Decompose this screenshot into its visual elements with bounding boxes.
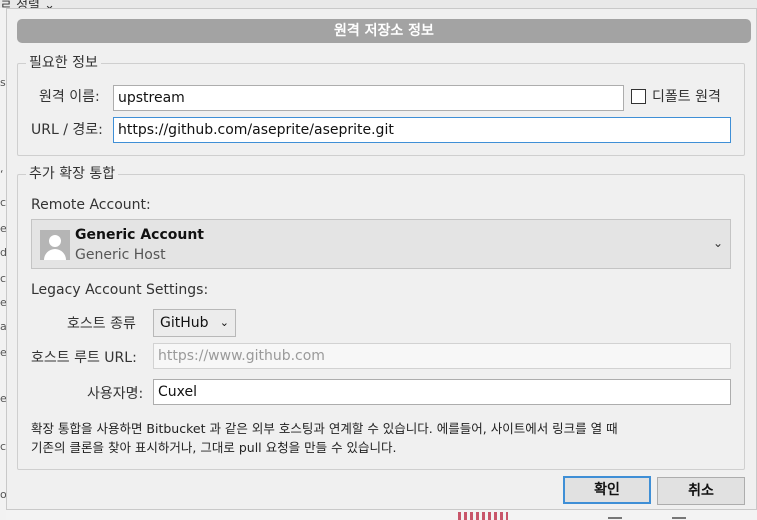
account-avatar-icon [40, 230, 70, 260]
help-line-2: 기존의 클론을 찾아 표시하거나, 그대로 pull 요청을 만들 수 있습니다… [31, 440, 397, 455]
dialog-title: 원격 저장소 정보 [17, 19, 751, 43]
url-input[interactable]: https://github.com/aseprite/aseprite.git [113, 117, 731, 143]
legacy-settings-label: Legacy Account Settings: [31, 282, 209, 298]
remote-account-dropdown[interactable]: Generic Account Generic Host ⌄ [31, 219, 731, 269]
background-dash [608, 517, 622, 519]
chevron-down-icon: ⌄ [219, 316, 229, 329]
background-app-toolbar [0, 0, 757, 8]
url-label: URL / 경로: [31, 122, 103, 138]
background-graphic [458, 512, 508, 520]
integration-legend: 추가 확장 통합 [26, 165, 119, 183]
username-input[interactable]: Cuxel [153, 379, 731, 405]
chevron-down-icon: ⌄ [712, 236, 723, 250]
account-host: Generic Host [75, 247, 166, 263]
host-root-url-label: 호스트 루트 URL: [31, 350, 137, 366]
ok-button[interactable]: 확인 [563, 476, 651, 504]
host-type-value: GitHub [160, 315, 209, 331]
background-app-footer [6, 510, 757, 520]
required-info-legend: 필요한 정보 [26, 54, 101, 72]
remote-name-input[interactable]: upstream [113, 85, 624, 111]
remote-name-label: 원격 이름: [39, 89, 100, 105]
default-remote-label[interactable]: 디폴트 원격 [652, 88, 721, 106]
cancel-button[interactable]: 취소 [657, 477, 745, 505]
username-label: 사용자명: [87, 386, 144, 402]
host-type-label: 호스트 종류 [67, 316, 136, 332]
host-type-select[interactable]: GitHub ⌄ [153, 309, 236, 337]
remote-account-label: Remote Account: [31, 197, 151, 213]
integration-help-text: 확장 통합을 사용하면 Bitbucket 과 같은 외부 호스팅과 연계할 수… [31, 419, 731, 457]
help-line-1: 확장 통합을 사용하면 Bitbucket 과 같은 외부 호스팅과 연계할 수… [31, 421, 618, 436]
remote-info-dialog: 원격 저장소 정보 필요한 정보 원격 이름: upstream 디폴트 원격 … [6, 8, 757, 510]
account-name: Generic Account [75, 227, 205, 243]
background-dash [672, 517, 686, 519]
background-text-fragment: s [0, 76, 6, 89]
default-remote-checkbox[interactable] [631, 89, 646, 104]
host-root-url-input[interactable]: https://www.github.com [153, 343, 731, 369]
background-text-fragment: ‘ [0, 168, 4, 181]
